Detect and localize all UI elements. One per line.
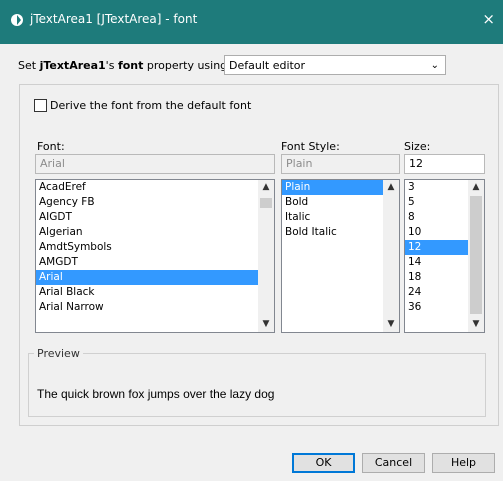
- font-field: Arial: [35, 154, 275, 174]
- close-icon[interactable]: ×: [482, 10, 495, 28]
- font-dialog: jTextArea1 [JTextArea] - font × Set jTex…: [0, 0, 503, 481]
- font-list-item[interactable]: Arial Narrow: [36, 300, 274, 315]
- scroll-down-icon[interactable]: ▼: [468, 317, 484, 332]
- font-style-field: Plain: [281, 154, 400, 174]
- help-button[interactable]: Help: [432, 453, 495, 473]
- font-list-item[interactable]: AcadEref: [36, 180, 274, 195]
- derive-checkbox[interactable]: [34, 99, 47, 112]
- font-style-list-item[interactable]: Italic: [282, 210, 399, 225]
- font-style-list-item[interactable]: Plain: [282, 180, 399, 195]
- font-list-item[interactable]: Algerian: [36, 225, 274, 240]
- scroll-up-icon[interactable]: ▲: [258, 180, 274, 195]
- font-style-list-scrollbar[interactable]: ▲ ▼: [383, 180, 399, 332]
- preview-title: Preview: [34, 347, 83, 360]
- scroll-up-icon[interactable]: ▲: [468, 180, 484, 195]
- scroll-down-icon[interactable]: ▼: [383, 317, 399, 332]
- size-field[interactable]: 12: [404, 154, 485, 174]
- editor-select-value: Default editor: [229, 59, 306, 72]
- size-list[interactable]: 3 5 8 10 12 14 18 24 36 ▲ ▼: [404, 179, 485, 333]
- font-style-list-item[interactable]: Bold Italic: [282, 225, 399, 240]
- property-editor-row: Set jTextArea1's font property using:: [18, 55, 231, 77]
- window-title: jTextArea1 [JTextArea] - font: [30, 12, 198, 26]
- chevron-down-icon: ⌄: [430, 60, 439, 71]
- scroll-thumb[interactable]: [470, 196, 482, 314]
- derive-label: Derive the font from the default font: [50, 99, 252, 112]
- font-list-item[interactable]: Arial: [36, 270, 274, 285]
- font-style-list-item[interactable]: Bold: [282, 195, 399, 210]
- font-style-list[interactable]: Plain Bold Italic Bold Italic ▲ ▼: [281, 179, 400, 333]
- size-list-scrollbar[interactable]: ▲ ▼: [468, 180, 484, 332]
- font-style-header: Font Style:: [281, 140, 340, 153]
- cancel-button[interactable]: Cancel: [362, 453, 425, 473]
- property-label: Set jTextArea1's font property using:: [18, 59, 231, 72]
- scroll-down-icon[interactable]: ▼: [258, 317, 274, 332]
- preview-box: [28, 353, 486, 417]
- font-list-item[interactable]: Agency FB: [36, 195, 274, 210]
- font-list-scrollbar[interactable]: ▲ ▼: [258, 180, 274, 332]
- font-list[interactable]: AcadEref Agency FB AIGDT Algerian AmdtSymbol…: [35, 179, 275, 333]
- ok-button[interactable]: OK: [292, 453, 355, 473]
- size-header: Size:: [404, 140, 431, 153]
- font-list-item[interactable]: AIGDT: [36, 210, 274, 225]
- font-list-item[interactable]: Arial Black: [36, 285, 274, 300]
- font-list-item[interactable]: AmdtSymbols: [36, 240, 274, 255]
- font-header: Font:: [37, 140, 65, 153]
- font-list-item[interactable]: AMGDT: [36, 255, 274, 270]
- editor-select[interactable]: Default editor ⌄: [224, 55, 446, 75]
- scroll-thumb[interactable]: [260, 198, 272, 208]
- app-icon: [11, 14, 23, 26]
- scroll-up-icon[interactable]: ▲: [383, 180, 399, 195]
- title-bar[interactable]: jTextArea1 [JTextArea] - font ×: [0, 0, 503, 44]
- preview-text: The quick brown fox jumps over the lazy …: [37, 387, 275, 401]
